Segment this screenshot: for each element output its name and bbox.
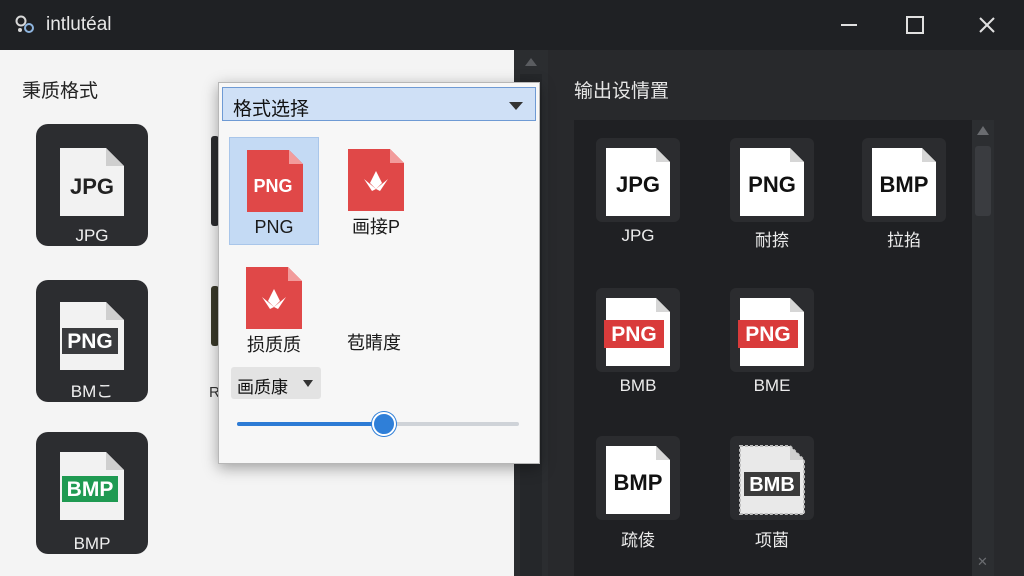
app-title: intlutéal [46,14,112,35]
source-tile-bmp[interactable]: BMP BMP [36,432,148,554]
png-file-icon: PNG [604,298,670,366]
output-tile-bmp-2-label: 疏倰 [621,531,655,550]
source-tile-png[interactable]: PNG BMこ [36,280,148,402]
image-file-icon [246,267,302,329]
jpg-file-icon: JPG [60,148,124,216]
close-button[interactable] [974,12,1000,38]
format-select-value: 格式选择 [233,99,310,120]
close-icon [979,17,995,33]
svg-text:PNG: PNG [611,323,657,346]
format-option-image-label: 画接P [351,217,400,237]
output-tile-jpg[interactable]: JPG [596,138,680,222]
png-file-icon: PNG [60,302,124,370]
source-tile-png-label: BMこ [70,382,114,401]
quality-slider-thumb[interactable] [371,412,396,436]
output-tile-bmb-label: 项菌 [755,531,789,550]
source-tile-jpg[interactable]: JPG JPG [36,124,148,246]
svg-text:BMP: BMP [880,172,929,197]
title-bar: intlutéal [0,0,1024,50]
output-tile-png-red[interactable]: PNG [596,288,680,372]
svg-text:PNG: PNG [253,176,292,196]
format-option-clarity[interactable]: 苞睛度 [347,329,401,355]
svg-text:PNG: PNG [745,323,791,346]
quality-dropdown[interactable]: 画质康 [231,367,321,399]
jpg-doc-text: JPG [70,174,114,199]
svg-text:BMB: BMB [749,474,795,496]
scroll-down-icon[interactable]: ✕ [977,554,988,570]
maximize-icon [906,16,924,34]
png-file-icon: PNG [740,148,804,216]
jpg-file-icon: JPG [606,148,670,216]
source-format-heading: 秉质格式 [22,81,99,102]
format-select-dropdown[interactable]: 格式选择 [222,87,536,121]
minimize-button[interactable] [836,12,862,38]
output-scrollbar[interactable]: ✕ [972,120,994,576]
output-tile-jpg-label: JPG [621,226,655,245]
svg-text:BMP: BMP [614,470,663,495]
bmp-file-icon: BMP [872,148,936,216]
bmp-doc-text: BMP [67,478,114,501]
quality-label: 画质康 [237,378,288,397]
format-select-popup: 格式选择 PNG PNG 画接P 损质质 苞睛度 画质康 [218,82,540,464]
output-tile-bmb[interactable]: BMB [730,436,814,520]
stamp-file-icon: BMB [739,445,805,515]
format-option-lossy-label: 损质质 [247,335,301,355]
quality-slider-fill [237,422,384,426]
maximize-button[interactable] [902,12,928,38]
bmp-file-icon: BMP [60,452,124,520]
svg-text:JPG: JPG [616,172,660,197]
output-tile-bmp[interactable]: BMP [862,138,946,222]
format-option-image[interactable]: 画接P [331,137,421,245]
scroll-up-icon[interactable] [977,126,989,135]
output-tile-png-red-2[interactable]: PNG [730,288,814,372]
output-tile-bmp-label: 拉掐 [887,231,921,250]
scroll-thumb[interactable] [975,146,991,216]
output-tile-png-label: 耐捺 [755,231,789,250]
chevron-down-icon [509,102,523,110]
format-option-png-label: PNG [254,217,294,237]
source-tile-bmp-label: BMP [73,534,111,553]
png-doc-text: PNG [67,330,113,353]
quality-slider[interactable] [237,412,519,436]
chevron-down-icon [303,380,313,387]
output-settings-heading: 输出设情置 [574,81,670,102]
output-tile-png-red-label: BMB [619,376,657,395]
minimize-icon [841,24,857,26]
output-tile-png-red-2-label: BME [753,376,791,395]
svg-text:PNG: PNG [748,172,796,197]
output-settings-pane: 输出设情置 JPG JPG PNG 耐捺 BMP 拉掐 PNG BMB PNG … [548,50,1024,576]
format-option-png[interactable]: PNG PNG [229,137,319,245]
image-file-icon [348,149,404,211]
output-tile-png[interactable]: PNG [730,138,814,222]
png-file-icon: PNG [738,298,804,366]
scroll-up-icon [525,58,537,66]
bmp-file-icon: BMP [606,446,670,514]
png-file-icon: PNG [247,150,303,212]
source-tile-jpg-label: JPG [75,226,109,245]
output-format-grid: JPG JPG PNG 耐捺 BMP 拉掐 PNG BMB PNG BME BM… [574,120,974,576]
output-tile-bmp-2[interactable]: BMP [596,436,680,520]
app-logo-icon [15,15,34,33]
format-option-lossy[interactable]: 损质质 [229,255,319,363]
